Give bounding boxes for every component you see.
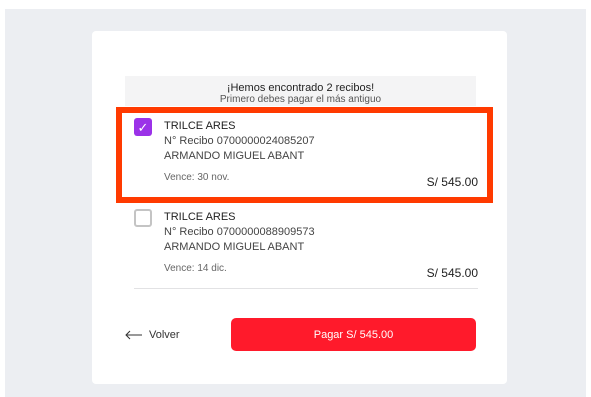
receipt-checkbox[interactable] [134,209,152,227]
receipt-company: TRILCE ARES [164,211,236,223]
receipt-holder: ARMANDO MIGUEL ABANT [164,241,305,253]
back-label: Volver [149,329,180,341]
receipt-due-date: Vence: 14 dic. [164,263,227,274]
receipts-notice: ¡Hemos encontrado 2 recibos! Primero deb… [125,76,476,106]
receipt-holder: ARMANDO MIGUEL ABANT [164,150,305,162]
receipt-checkbox[interactable]: ✓ [134,118,152,136]
back-button[interactable]: Volver [125,326,180,344]
pay-button[interactable]: Pagar S/ 545.00 [231,318,476,351]
arrow-left-icon [125,330,142,340]
receipt-company: TRILCE ARES [164,120,236,132]
receipt-item[interactable]: ✓ TRILCE ARES N° Recibo 0700000024085207… [134,116,478,196]
notice-subtitle: Primero debes pagar el más antiguo [219,94,382,105]
checkmark-icon: ✓ [137,119,149,135]
notice-title: ¡Hemos encontrado 2 recibos! [226,82,375,94]
receipt-number: N° Recibo 0700000024085207 [164,135,315,147]
receipt-amount: S/ 545.00 [426,175,478,189]
receipt-item[interactable]: TRILCE ARES N° Recibo 0700000088909573 A… [134,207,478,289]
receipt-amount: S/ 545.00 [426,266,478,280]
receipt-due-date: Vence: 30 nov. [164,172,230,183]
receipt-number: N° Recibo 0700000088909573 [164,226,315,238]
